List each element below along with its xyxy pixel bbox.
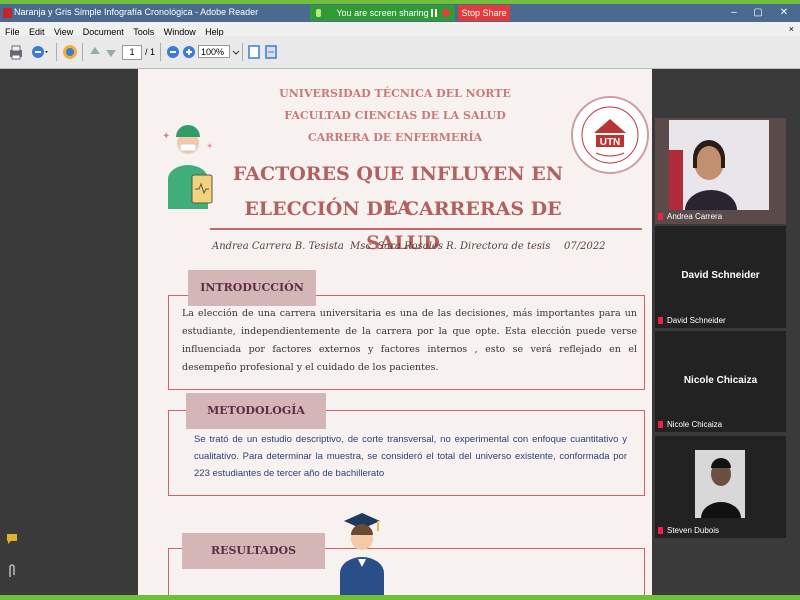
zoom-out-icon[interactable]: [166, 44, 180, 60]
toolbar-separator: [160, 43, 161, 61]
participant-name: David Schneider: [667, 316, 726, 325]
toolbar-separator: [242, 43, 243, 61]
participant-tile-david[interactable]: David Schneider David Schneider: [655, 226, 786, 328]
logo-text: UTN: [600, 137, 621, 148]
document-date: 07/2022: [564, 241, 606, 252]
close-button[interactable]: ✕: [776, 6, 792, 20]
adobe-reader-icon: [3, 8, 12, 18]
participant-display-name: Nicole Chicaiza: [683, 375, 758, 386]
toolbar-separator: [56, 43, 57, 61]
maximize-button[interactable]: ▢: [750, 6, 766, 20]
participant-tile-steven[interactable]: Steven Dubois: [655, 436, 786, 538]
title-divider: [210, 228, 642, 230]
zoom-in-icon[interactable]: [182, 44, 196, 60]
participant-video: [695, 450, 745, 518]
results-heading: RESULTADOS: [182, 533, 325, 569]
fit-page-icon[interactable]: [247, 44, 261, 60]
participant-name: Andrea Carrera: [667, 212, 723, 221]
mic-muted-icon: [658, 527, 663, 534]
pdf-page: UNIVERSIDAD TÉCNICA DEL NORTE FACULTAD C…: [138, 69, 652, 595]
stop-share-button[interactable]: Stop Share: [458, 5, 510, 21]
participant-name: Nicole Chicaiza: [667, 420, 723, 429]
director-name: Msc. Sara Rosales R. Directora de tesis: [350, 241, 551, 252]
attachment-icon[interactable]: [6, 563, 18, 579]
participant-display-name: David Schneider: [681, 270, 760, 281]
participant-tile-andrea[interactable]: Andrea Carrera: [655, 118, 786, 224]
print-icon[interactable]: [8, 44, 24, 60]
sharing-status-text: You are screen sharing: [336, 8, 429, 18]
author-name: Andrea Carrera B. Tesista: [212, 241, 344, 252]
minimize-button[interactable]: –: [726, 6, 742, 20]
page-total: / 1: [145, 47, 156, 57]
svg-text:✦: ✦: [206, 141, 214, 151]
toolbar-separator: [82, 43, 83, 61]
page-number-input[interactable]: 1: [122, 45, 142, 60]
mic-muted-icon: [658, 317, 663, 324]
collaborate-icon[interactable]: [62, 44, 78, 60]
menu-bar: File Edit View Document Tools Window Hel…: [0, 22, 800, 37]
close-document-button[interactable]: ×: [789, 22, 794, 36]
microphone-icon: [316, 9, 321, 17]
window-titlebar: Naranja y Gris Simple Infografía Cronoló…: [0, 4, 800, 22]
fit-width-icon[interactable]: [264, 44, 278, 60]
graduate-illustration: [340, 513, 384, 595]
method-heading: METODOLOGÍA: [186, 393, 326, 429]
window-title: Naranja y Gris Simple Infografía Cronoló…: [14, 7, 259, 17]
screen-share-border: [0, 595, 800, 600]
nurse-illustration: ✦ ✦: [162, 125, 214, 209]
intro-body: La elección de una carrera universitaria…: [182, 308, 637, 373]
toolbar: 1 / 1 100%: [0, 36, 800, 69]
email-icon[interactable]: [30, 44, 50, 60]
next-page-icon[interactable]: [104, 44, 118, 60]
mic-muted-icon: [658, 421, 663, 428]
intro-heading: INTRODUCCIÓN: [188, 270, 316, 306]
participant-name: Steven Dubois: [667, 526, 720, 535]
mic-muted-icon: [658, 213, 663, 220]
participant-tile-nicole[interactable]: Nicole Chicaiza Nicole Chicaiza: [655, 331, 786, 432]
zoom-level-select[interactable]: 100%: [198, 45, 230, 58]
utn-logo: UTN: [571, 96, 649, 174]
participant-video: [669, 120, 769, 210]
method-body: Se trató de un estudio descriptivo, de c…: [194, 434, 627, 479]
screen-sharing-indicator[interactable]: You are screen sharing: [310, 5, 455, 21]
svg-text:✦: ✦: [162, 131, 170, 142]
previous-page-icon[interactable]: [88, 44, 102, 60]
pause-icon[interactable]: [431, 9, 437, 17]
navigation-pane: [0, 69, 138, 595]
chevron-down-icon[interactable]: [231, 44, 241, 60]
record-dot-icon: [442, 9, 450, 17]
comments-icon[interactable]: [5, 531, 19, 545]
